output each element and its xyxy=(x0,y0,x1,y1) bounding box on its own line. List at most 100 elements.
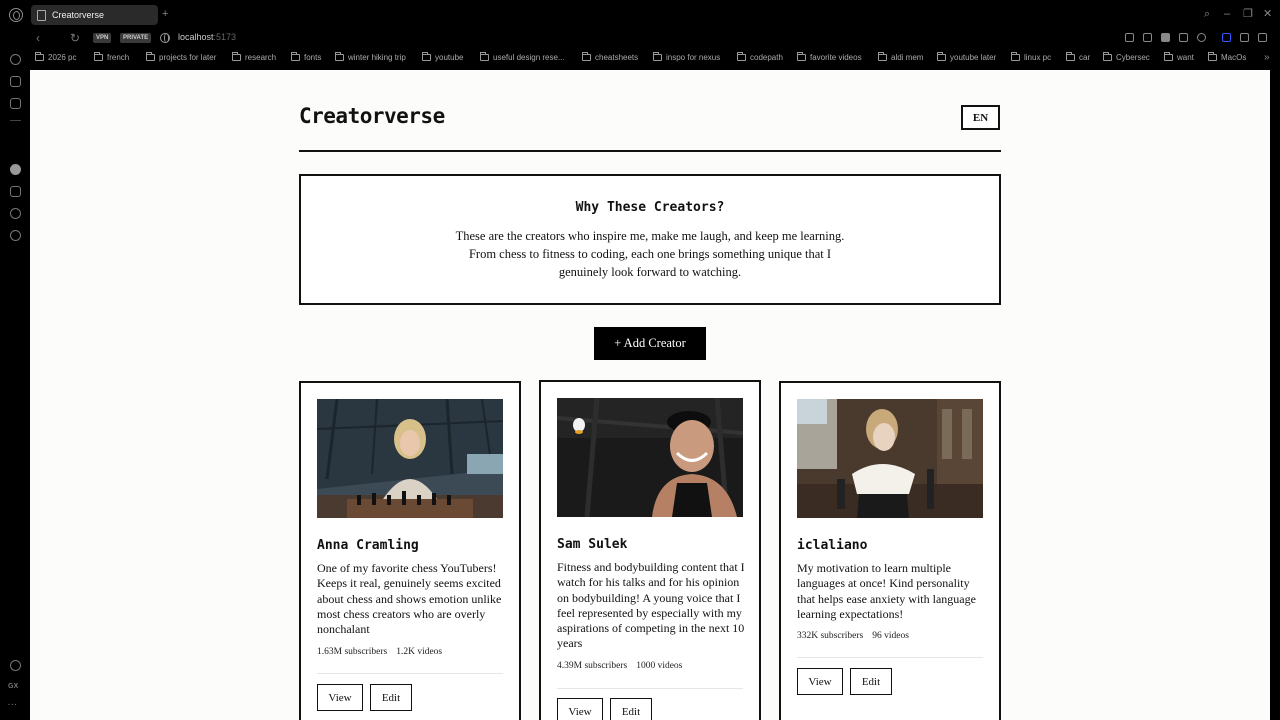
bookmark-folder[interactable]: french xyxy=(94,52,130,62)
folder-icon xyxy=(1011,52,1020,61)
reload-icon[interactable]: ↻ xyxy=(70,31,80,45)
x-icon[interactable] xyxy=(10,660,21,671)
bookmark-folder[interactable]: fonts xyxy=(291,52,322,62)
bookmark-icon[interactable] xyxy=(1125,33,1134,42)
speed-dial-icon[interactable] xyxy=(10,54,21,65)
bookmark-label: codepath xyxy=(750,53,783,62)
globe-icon[interactable] xyxy=(160,33,170,43)
bookmarks-overflow-button[interactable]: » xyxy=(1264,52,1270,63)
folder-icon xyxy=(291,52,300,61)
url-field[interactable]: localhost:5173 xyxy=(178,32,236,42)
wallet-icon[interactable] xyxy=(1258,33,1267,42)
bookmark-folder[interactable]: linux pc xyxy=(1011,52,1052,62)
minimize-icon[interactable]: – xyxy=(1224,8,1230,20)
url-host: localhost xyxy=(178,32,214,42)
gx-label[interactable]: GX xyxy=(8,683,18,690)
bookmark-folder[interactable]: car xyxy=(1066,52,1090,62)
heart-icon[interactable] xyxy=(1197,33,1206,42)
twitch-icon[interactable] xyxy=(10,98,21,109)
bookmark-label: fonts xyxy=(304,53,322,62)
add-creator-button[interactable]: + Add Creator xyxy=(594,327,706,360)
intro-section: Why These Creators? These are the creato… xyxy=(299,174,1001,305)
creator-name[interactable]: iclaliano xyxy=(797,538,867,553)
pinboard-icon[interactable] xyxy=(10,186,21,197)
new-tab-button[interactable]: + xyxy=(162,8,168,20)
language-button[interactable]: EN xyxy=(961,105,1000,130)
subscriber-count: 332K subscribers xyxy=(797,631,864,641)
bookmark-label: favorite videos xyxy=(810,53,862,62)
bookmark-folder[interactable]: want xyxy=(1164,52,1194,62)
history-icon[interactable] xyxy=(10,208,21,219)
bookmark-folder[interactable]: aldi mem xyxy=(878,52,923,62)
folder-icon xyxy=(797,52,806,61)
bookmark-folder[interactable]: codepath xyxy=(737,52,783,62)
folder-icon xyxy=(146,52,155,61)
creator-name[interactable]: Anna Cramling xyxy=(317,538,419,553)
folder-icon xyxy=(1164,52,1173,61)
bookmark-folder[interactable]: inspo for nexus xyxy=(653,52,721,62)
creator-name[interactable]: Sam Sulek xyxy=(557,537,627,552)
bookmark-folder[interactable]: winter hiking trip xyxy=(335,52,406,62)
bookmark-folder[interactable]: Cybersec xyxy=(1103,52,1150,62)
creator-card: Anna Cramling One of my favorite chess Y… xyxy=(299,381,521,720)
folder-icon xyxy=(737,52,746,61)
bookmark-folder[interactable]: cheatsheets xyxy=(582,52,638,62)
close-icon[interactable]: ✕ xyxy=(1263,8,1272,20)
creator-photo-gym xyxy=(557,398,743,517)
bookmark-folder[interactable]: youtube xyxy=(422,52,463,62)
creator-photo-street xyxy=(797,399,983,518)
bookmark-folder[interactable]: 2026 pc xyxy=(35,52,77,62)
site-title[interactable]: Creatorverse xyxy=(299,104,445,128)
more-icon[interactable]: ··· xyxy=(8,702,18,709)
bookmark-folder[interactable]: projects for later xyxy=(146,52,217,62)
back-icon[interactable]: ‹ xyxy=(36,31,40,45)
bookmark-label: research xyxy=(245,53,277,62)
view-button[interactable]: View xyxy=(797,668,843,695)
bookmark-folder[interactable]: youtube later xyxy=(937,52,996,62)
folder-icon xyxy=(653,52,662,61)
bookmark-label: 2026 pc xyxy=(48,53,77,62)
intro-heading: Why These Creators? xyxy=(575,200,725,215)
creator-description: One of my favorite chess YouTubers! Keep… xyxy=(317,561,502,637)
folder-icon xyxy=(94,52,103,61)
card-divider xyxy=(557,688,743,689)
browser-tab-bar: Creatorverse + ⌕ – ❐ ✕ xyxy=(0,0,1280,30)
edit-button[interactable]: Edit xyxy=(370,684,412,711)
edit-button[interactable]: Edit xyxy=(610,698,652,720)
bookmark-label: want xyxy=(1177,53,1194,62)
header-divider xyxy=(299,150,1001,152)
search-icon[interactable]: ⌕ xyxy=(1204,8,1210,20)
spotify-icon[interactable] xyxy=(10,164,21,175)
tab-creatorverse[interactable]: Creatorverse xyxy=(31,5,158,25)
view-button[interactable]: View xyxy=(317,684,363,711)
video-count: 1000 videos xyxy=(636,661,683,671)
bookmark-label: projects for later xyxy=(159,53,217,62)
bookmark-label: linux pc xyxy=(1024,53,1052,62)
extensions-icon[interactable] xyxy=(1240,33,1249,42)
folder-icon xyxy=(422,52,431,61)
browser-logo-icon[interactable] xyxy=(9,8,23,22)
shield-icon[interactable] xyxy=(1161,33,1170,42)
ai-icon[interactable] xyxy=(1222,33,1231,42)
private-badge: PRIVATE xyxy=(120,33,152,43)
bookmark-label: french xyxy=(107,53,130,62)
maximize-icon[interactable]: ❐ xyxy=(1243,8,1253,20)
video-count: 96 videos xyxy=(872,631,909,641)
messenger-icon[interactable] xyxy=(10,76,21,87)
settings-icon[interactable] xyxy=(10,230,21,241)
edit-button[interactable]: Edit xyxy=(850,668,892,695)
folder-icon xyxy=(232,52,241,61)
bookmarks-bar: 2026 pc french projects for later resear… xyxy=(0,50,1280,68)
bookmark-folder[interactable]: favorite videos xyxy=(797,52,862,62)
snapshot-icon[interactable] xyxy=(1143,33,1152,42)
bookmark-label: inspo for nexus xyxy=(666,53,721,62)
bookmark-folder[interactable]: research xyxy=(232,52,277,62)
folder-icon xyxy=(878,52,887,61)
bookmark-folder[interactable]: MacOs xyxy=(1208,52,1246,62)
subscriber-count: 1.63M subscribers xyxy=(317,647,388,657)
folder-icon xyxy=(1103,52,1112,61)
play-icon[interactable] xyxy=(1179,33,1188,42)
vpn-badge[interactable]: VPN xyxy=(93,33,112,43)
bookmark-folder[interactable]: useful design rese... xyxy=(480,52,565,62)
view-button[interactable]: View xyxy=(557,698,603,720)
